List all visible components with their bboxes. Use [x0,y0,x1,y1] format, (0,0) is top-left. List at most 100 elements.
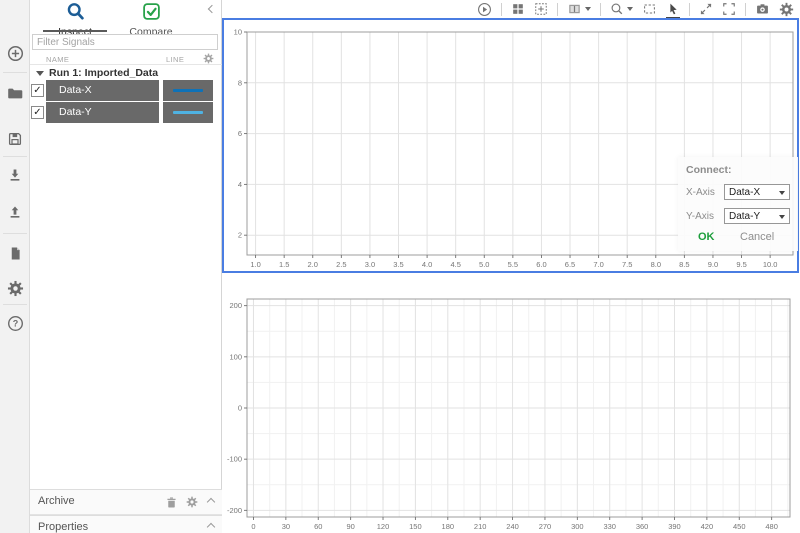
subplot-2[interactable]: 0 30 60 90 120 150 180 210 240 270 300 330 360 390 420… [222,298,800,533]
play-circle-icon [477,2,492,17]
svg-text:450: 450 [733,522,746,531]
svg-text:60: 60 [314,522,322,531]
properties-label: Properties [38,521,89,533]
signal-name: Data-X [59,84,92,96]
create-report-button[interactable] [0,240,30,266]
ok-button[interactable]: OK [698,231,715,243]
svg-text:3.5: 3.5 [393,260,403,269]
collapse-properties-chevron-icon[interactable] [206,522,216,532]
zoom-button[interactable] [610,2,633,16]
svg-text:480: 480 [765,522,778,531]
signal-checkbox[interactable]: ✓ [31,106,44,119]
svg-text:8: 8 [238,78,242,87]
check-square-icon [142,2,161,21]
add-button[interactable] [0,40,30,66]
cursor-display-icon [567,2,582,16]
signal-row-data-y[interactable]: ✓ Data-Y [30,102,222,123]
help-icon [7,315,24,332]
signal-name-cell: Data-X [46,80,159,101]
chevron-down-icon [779,191,785,195]
svg-text:3.0: 3.0 [365,260,375,269]
expand-button[interactable] [699,2,713,16]
svg-text:0: 0 [238,404,242,413]
svg-text:6.0: 6.0 [536,260,546,269]
subplot-layout-button[interactable] [511,2,525,16]
svg-text:180: 180 [442,522,455,531]
edit-layout-button[interactable] [534,2,548,16]
column-settings-gear-icon[interactable] [203,53,214,64]
search-icon [66,2,85,21]
divider [3,72,27,73]
document-icon [8,246,23,261]
cancel-button[interactable]: Cancel [740,231,774,243]
plus-circle-icon [7,45,24,62]
run-group-row[interactable]: Run 1: Imported_Data [30,66,222,80]
x-axis-field-label: X-Axis [686,187,715,198]
divider [3,233,27,234]
upload-icon [7,204,23,220]
snapshot-button[interactable] [755,2,770,16]
svg-text:100: 100 [229,352,242,361]
dashed-rect-icon [642,2,657,16]
archive-label: Archive [38,495,75,507]
divider [3,304,27,305]
svg-text:4: 4 [238,180,242,189]
plot-settings-button[interactable] [779,2,794,17]
divider [3,156,27,157]
line-style-swatch[interactable] [173,89,203,92]
magnifier-icon [610,2,624,16]
import-button[interactable] [0,162,30,188]
svg-text:5.5: 5.5 [508,260,518,269]
svg-text:150: 150 [409,522,422,531]
trash-icon[interactable] [165,496,178,509]
properties-section-bar[interactable]: Properties [30,515,222,533]
svg-text:2.0: 2.0 [308,260,318,269]
x-axis-select[interactable]: Data-X [724,184,790,200]
signal-checkbox[interactable]: ✓ [31,84,44,97]
data-cursors-button[interactable] [567,2,591,16]
plot-area: 1.0 1.5 2.0 2.5 3.0 3.5 4.0 4.5 5.0 5.5 6.0 6.5 7.0 7… [222,0,800,533]
y-axis-select[interactable]: Data-Y [724,208,790,224]
collapse-archive-chevron-icon[interactable] [206,497,216,507]
svg-text:1.0: 1.0 [250,260,260,269]
filter-signals-input[interactable] [32,34,218,50]
svg-text:420: 420 [701,522,714,531]
visualization-toolbar [222,0,800,19]
signal-line-cell [163,102,213,123]
preferences-button[interactable] [0,275,30,301]
region-select-button[interactable] [722,2,736,16]
play-button[interactable] [477,2,492,17]
svg-text:2: 2 [238,231,242,240]
pointer-tool-button[interactable] [666,2,680,19]
svg-text:10.0: 10.0 [763,260,778,269]
svg-text:4.0: 4.0 [422,260,432,269]
svg-text:7.0: 7.0 [593,260,603,269]
divider [745,2,746,16]
collapse-panel-chevron-icon[interactable] [207,4,217,14]
open-button[interactable] [0,80,30,106]
expander-triangle-icon[interactable] [36,71,44,76]
dialog-title: Connect: [686,164,732,176]
pointer-arrow-icon [666,2,680,16]
archive-section-bar[interactable]: Archive [30,489,222,515]
y-axis-field-label: Y-Axis [686,211,714,222]
save-button[interactable] [0,126,30,152]
export-button[interactable] [0,199,30,225]
simulation-data-inspector-window: Inspect Compare NAME LINE Run 1: Importe… [0,0,800,533]
subplot-2-canvas[interactable]: 0 30 60 90 120 150 180 210 240 270 300 330 360 390 420… [222,298,800,533]
signal-browser-panel: Inspect Compare NAME LINE Run 1: Importe… [30,0,222,533]
svg-text:5.0: 5.0 [479,260,489,269]
dropdown-caret-icon[interactable] [585,7,591,11]
fit-to-view-button[interactable] [642,2,657,16]
signal-name: Data-Y [59,106,92,118]
column-header-line: LINE [166,55,185,64]
help-button[interactable] [0,310,30,336]
signal-row-data-x[interactable]: ✓ Data-X [30,80,222,101]
svg-text:6.5: 6.5 [565,260,575,269]
line-style-swatch[interactable] [173,111,203,114]
svg-text:2.5: 2.5 [336,260,346,269]
svg-text:10: 10 [234,28,242,37]
archive-gear-icon[interactable] [186,496,198,508]
expand-arrows-icon [699,2,713,16]
dropdown-caret-icon[interactable] [627,7,633,11]
